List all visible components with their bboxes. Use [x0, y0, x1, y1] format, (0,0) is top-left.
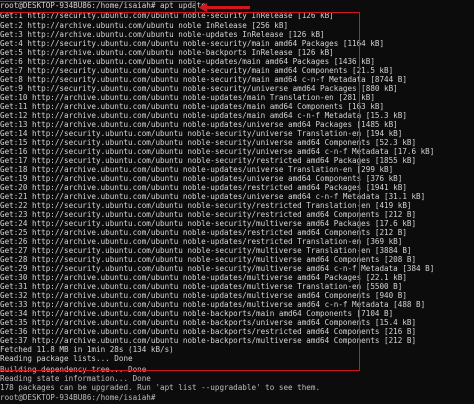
terminal-window[interactable]: root@DESKTOP-934BU86:/home/isaiah# apt u… [0, 0, 474, 404]
terminal-line: 178 packages can be upgraded. Run 'apt l… [0, 383, 321, 392]
terminal-line-prompt[interactable]: root@DESKTOP-934BU86:/home/isaiah# [0, 393, 155, 403]
arrow-left-icon [198, 3, 250, 12]
output-highlight-box [0, 12, 360, 371]
